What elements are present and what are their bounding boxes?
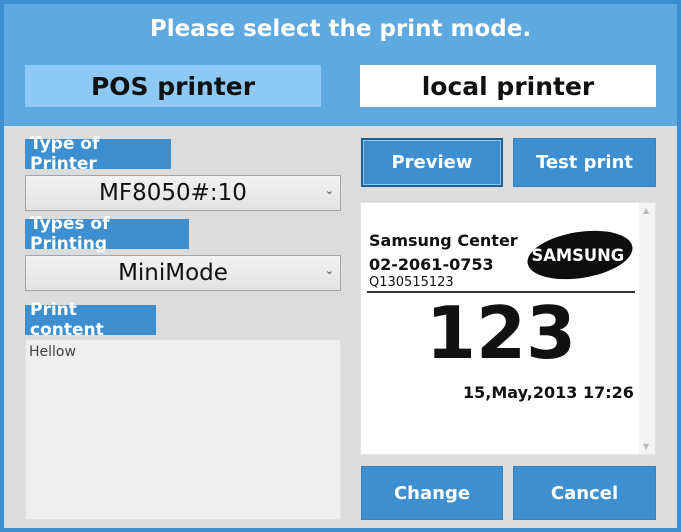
printer-type-value: MF8050#:10 [99,180,247,206]
tab-pos-printer[interactable]: POS printer [25,65,321,107]
print-content-label: Print content [25,300,156,340]
cancel-button[interactable]: Cancel [513,466,656,520]
scroll-down-icon[interactable]: ▼ [643,442,649,451]
scroll-up-icon[interactable]: ▲ [643,206,649,215]
preview-phone: 02-2061-0753 [369,255,494,274]
tab-local-printer[interactable]: local printer [360,65,656,107]
preview-date: 15,May,2013 [463,383,578,402]
preview-ticket-number: 123 [425,291,577,375]
preview-button[interactable]: Preview [361,138,503,187]
change-button[interactable]: Change [361,466,503,520]
test-print-button[interactable]: Test print [513,138,656,187]
preview-ticket-code: Q130515123 [369,275,454,290]
print-preview-pane: Samsung Center 02-2061-0753 Q130515123 S… [360,202,656,455]
samsung-logo-icon: SAMSUNG [527,230,633,280]
page-title: Please select the print mode. [149,16,532,42]
chevron-down-icon: ⌄ [324,264,334,277]
printer-type-select[interactable]: MF8050#:10 ⌄ [25,175,341,211]
logo-text: SAMSUNG [532,246,625,265]
preview-time: 17:26 [583,383,634,402]
print-content-textarea[interactable]: Hellow [25,339,341,520]
header: Please select the print mode. POS printe… [4,4,677,126]
type-of-printer-label: Type of Printer [25,134,171,174]
printing-type-value: MiniMode [118,260,228,286]
printing-type-select[interactable]: MiniMode ⌄ [25,255,341,291]
print-mode-window: Please select the print mode. POS printe… [0,0,681,532]
chevron-down-icon: ⌄ [324,184,334,197]
preview-scrollbar[interactable]: ▲ ▼ [639,203,655,454]
preview-center-name: Samsung Center [369,231,518,250]
types-of-printing-label: Types of Printing [25,214,189,254]
